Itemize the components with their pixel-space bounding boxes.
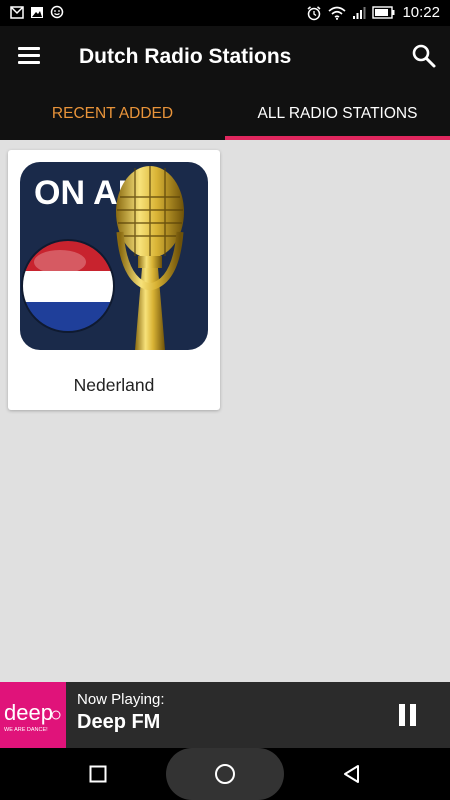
- back-triangle-icon[interactable]: [332, 748, 372, 800]
- tab-recent-added[interactable]: RECENT ADDED: [0, 88, 225, 140]
- smiley-icon: [50, 5, 64, 19]
- status-time: 10:22: [402, 4, 440, 21]
- search-icon[interactable]: [410, 42, 438, 70]
- image-icon: [31, 6, 43, 18]
- wifi-icon: [328, 6, 346, 20]
- alarm-icon: [307, 5, 321, 20]
- deep-fm-logo: deep WE ARE DANCE!: [0, 682, 66, 748]
- app-bar: Dutch Radio Stations: [0, 26, 450, 88]
- on-air-microphone-netherlands-icon: ON AIR: [20, 162, 208, 350]
- signal-icon: [353, 6, 366, 19]
- now-playing-label: Now Playing:: [77, 691, 165, 708]
- hamburger-menu-icon[interactable]: [14, 43, 46, 71]
- tab-label: RECENT ADDED: [51, 105, 174, 122]
- app-title: Dutch Radio Stations: [79, 45, 292, 68]
- tab-all-radio-stations[interactable]: ALL RADIO STATIONS: [225, 88, 450, 140]
- system-nav-bar: [0, 748, 450, 800]
- station-name: Nederland: [73, 375, 155, 395]
- home-circle-icon[interactable]: [205, 748, 245, 800]
- deep-logo-text: deep: [4, 700, 53, 725]
- battery-icon: [372, 6, 395, 19]
- pause-icon[interactable]: [396, 701, 420, 729]
- system-icons: 10:22: [306, 4, 440, 21]
- mail-icon: [10, 5, 24, 19]
- deep-logo-tagline: WE ARE DANCE!: [4, 727, 48, 733]
- recents-square-icon[interactable]: [78, 748, 118, 800]
- now-playing-title: Deep FM: [77, 711, 161, 733]
- tab-label: ALL RADIO STATIONS: [257, 105, 418, 122]
- notification-icons: [10, 5, 64, 19]
- station-card[interactable]: ON AIR Nederland: [8, 150, 220, 410]
- status-bar: 10:22: [0, 0, 450, 26]
- tab-bar: RECENT ADDED ALL RADIO STATIONS: [0, 88, 450, 140]
- stations-grid: ON AIR Nederland: [0, 140, 450, 682]
- now-playing-bar[interactable]: deep WE ARE DANCE! Now Playing: Deep FM: [0, 682, 450, 748]
